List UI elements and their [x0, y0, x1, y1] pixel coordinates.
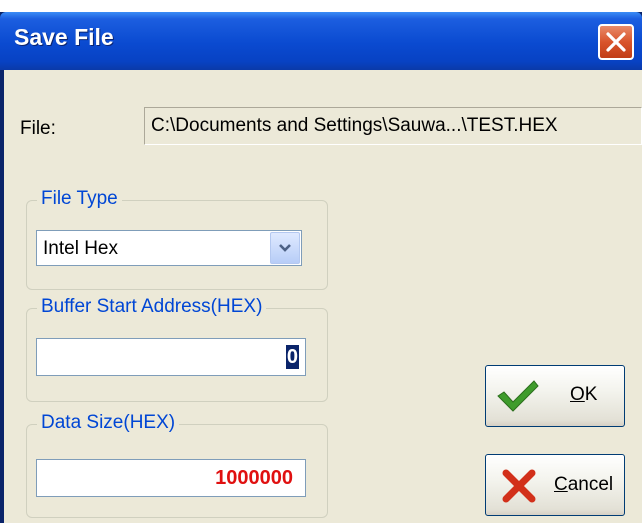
data-size-caption: Data Size(HEX): [37, 412, 180, 434]
buffer-start-caption: Buffer Start Address(HEX): [37, 296, 267, 318]
close-button[interactable]: [598, 24, 634, 60]
buffer-start-value: 0: [285, 345, 299, 369]
save-file-dialog: Save File File: C:\Documents and Setting…: [0, 12, 642, 523]
file-type-value: Intel Hex: [43, 238, 118, 259]
file-type-select[interactable]: Intel Hex: [36, 230, 302, 266]
file-type-dropdown-button[interactable]: [270, 232, 300, 264]
file-type-caption: File Type: [37, 188, 122, 210]
cross-icon: [502, 469, 536, 503]
cancel-button[interactable]: Cancel: [485, 454, 625, 516]
chevron-down-icon: [279, 244, 291, 252]
file-label: File:: [20, 118, 56, 139]
file-path-field: C:\Documents and Settings\Sauwa...\TEST.…: [144, 107, 642, 145]
ok-label: OK: [570, 384, 598, 405]
cancel-label: Cancel: [554, 474, 614, 495]
data-size-value: 1000000: [215, 467, 293, 489]
dialog-body: File: C:\Documents and Settings\Sauwa...…: [4, 70, 642, 523]
data-size-input[interactable]: 1000000: [36, 459, 306, 497]
window-title: Save File: [14, 24, 114, 50]
close-icon: [606, 32, 626, 52]
checkmark-icon: [497, 380, 539, 412]
ok-button[interactable]: OK: [485, 365, 625, 427]
buffer-start-input[interactable]: 0: [36, 338, 306, 376]
title-bar[interactable]: Save File: [0, 12, 642, 70]
